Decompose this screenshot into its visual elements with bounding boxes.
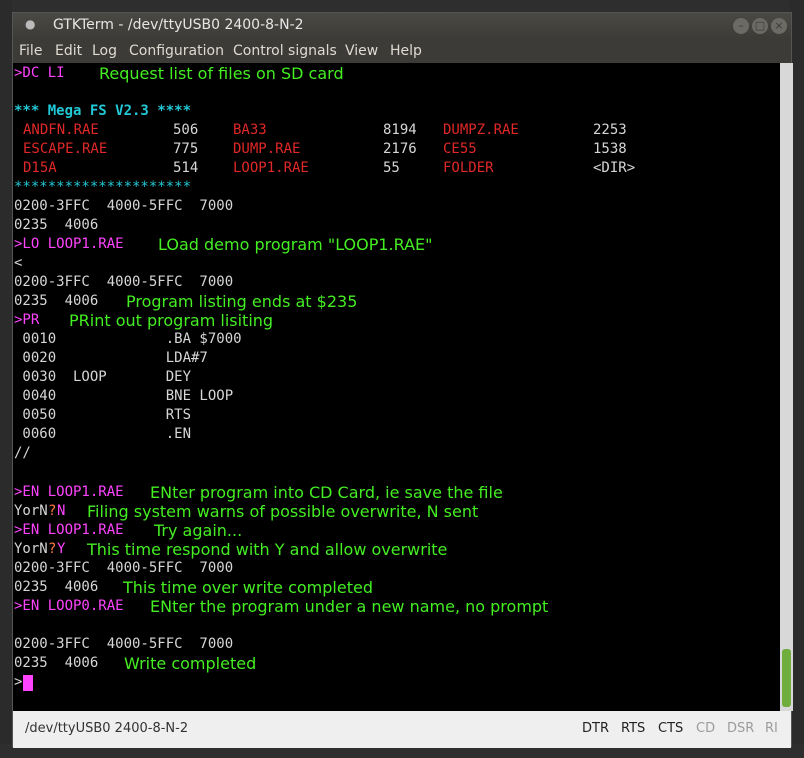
status-bar: /dev/ttyUSB0 2400-8-N-2 DTR RTS CTS CD D… [13, 711, 791, 748]
memory-map: 0200-3FFC 4000-5FFC 7000 [14, 560, 234, 576]
comment-text: PRint out program lisiting [69, 311, 274, 330]
desktop-background-left [0, 0, 12, 758]
comment-text: ENter the program under a new name, no p… [150, 597, 549, 616]
file-size: 514 [173, 160, 199, 176]
program-line: 0030 LOOP DEY [14, 369, 192, 385]
file-name: ESCAPE.RAE [23, 141, 108, 157]
file-name: DUMP.RAE [233, 141, 301, 157]
menu-control-signals[interactable]: Control signals [233, 43, 337, 59]
file-size: 1538 [593, 141, 627, 157]
command-line: >PR [14, 312, 40, 328]
memory-map: 0200-3FFC 4000-5FFC 7000 [14, 636, 234, 652]
memory-end: 0235 4006 [14, 293, 99, 309]
menu-file[interactable]: File [19, 43, 42, 59]
comment-text: This time respond with Y and allow overw… [87, 540, 448, 559]
signal-ri: RI [765, 721, 778, 736]
file-name: ANDFN.RAE [23, 122, 99, 138]
menu-log[interactable]: Log [92, 43, 117, 59]
file-size: 506 [173, 122, 199, 138]
file-name: LOOP1.RAE [233, 160, 309, 176]
file-size: 2253 [593, 122, 627, 138]
comment-text: LOad demo program "LOOP1.RAE" [158, 235, 433, 254]
terminal-output[interactable]: >DC LI Request list of files on SD card … [13, 63, 780, 711]
program-line: 0010 .BA $7000 [14, 331, 242, 347]
comment-text: This time over write completed [123, 578, 373, 597]
maximize-icon[interactable]: □ [752, 18, 768, 34]
file-name: BA33 [233, 122, 267, 138]
memory-map: 0200-3FFC 4000-5FFC 7000 [14, 274, 234, 290]
output-line: // [14, 445, 31, 461]
menu-view[interactable]: View [345, 43, 378, 59]
title-bar[interactable]: ● GTKTerm - /dev/ttyUSB0 2400-8-N-2 – □ … [13, 13, 791, 39]
memory-end: 0235 4006 [14, 579, 99, 595]
file-name: D15A [23, 160, 57, 176]
port-status: /dev/ttyUSB0 2400-8-N-2 [25, 721, 189, 736]
yorn-question: ? [48, 503, 57, 519]
menu-bar: File Edit Log Configuration Control sign… [13, 39, 791, 63]
command-line: >EN LOOP1.RAE [14, 522, 124, 538]
comment-text: Try again... [154, 521, 243, 540]
program-line: 0020 LDA#7 [14, 350, 208, 366]
comment-text: Filing system warns of possible overwrit… [87, 502, 479, 521]
command-line: >DC LI [14, 65, 65, 81]
file-size: <DIR> [593, 160, 636, 176]
command-line: >EN LOOP1.RAE [14, 484, 124, 500]
menu-edit[interactable]: Edit [55, 43, 82, 59]
program-line: 0060 .EN [14, 426, 192, 442]
signal-dsr: DSR [727, 721, 755, 736]
file-size: 775 [173, 141, 199, 157]
command-prompt: > [14, 674, 23, 690]
signal-cts: CTS [658, 721, 684, 736]
yorn-answer: N [57, 503, 66, 519]
comment-text: ENter program into CD Card, ie save the … [150, 483, 503, 502]
text-cursor [23, 675, 33, 691]
window-title: GTKTerm - /dev/ttyUSB0 2400-8-N-2 [53, 17, 304, 33]
signal-rts: RTS [621, 721, 646, 736]
menu-help[interactable]: Help [390, 43, 422, 59]
close-icon[interactable]: × [771, 18, 787, 34]
program-line: 0040 BNE LOOP [14, 388, 234, 404]
command-line: >EN LOOP0.RAE [14, 598, 124, 614]
window-menu-icon[interactable]: ● [25, 17, 35, 31]
output-line: < [14, 255, 23, 271]
file-name: FOLDER [443, 160, 494, 176]
scrollbar-thumb[interactable] [782, 649, 791, 707]
signal-cd: CD [696, 721, 716, 736]
yorn-prompt: YorN [14, 541, 48, 557]
minimize-icon[interactable]: – [733, 18, 749, 34]
desktop-background-top [0, 0, 804, 12]
gtkterm-window: ● GTKTerm - /dev/ttyUSB0 2400-8-N-2 – □ … [12, 12, 793, 748]
stars-line: ********************* [14, 179, 192, 195]
command-line: >LO LOOP1.RAE [14, 236, 124, 252]
comment-text: Write completed [124, 654, 257, 673]
file-size: 55 [383, 160, 400, 176]
memory-map: 0200-3FFC 4000-5FFC 7000 [14, 198, 234, 214]
file-size: 2176 [383, 141, 417, 157]
vertical-scrollbar[interactable] [780, 63, 793, 711]
menu-configuration[interactable]: Configuration [129, 43, 224, 59]
program-line: 0050 RTS [14, 407, 192, 423]
file-name: CE55 [443, 141, 477, 157]
yorn-answer: Y [57, 541, 66, 557]
comment-text: Request list of files on SD card [99, 64, 344, 83]
signal-dtr: DTR [582, 721, 609, 736]
comment-text: Program listing ends at $235 [126, 292, 358, 311]
fs-header: *** Mega FS V2.3 **** [14, 103, 192, 119]
memory-end: 0235 4006 [14, 655, 99, 671]
yorn-prompt: YorN [14, 503, 48, 519]
yorn-question: ? [48, 541, 57, 557]
file-name: DUMPZ.RAE [443, 122, 519, 138]
file-size: 8194 [383, 122, 417, 138]
memory-end: 0235 4006 [14, 217, 99, 233]
